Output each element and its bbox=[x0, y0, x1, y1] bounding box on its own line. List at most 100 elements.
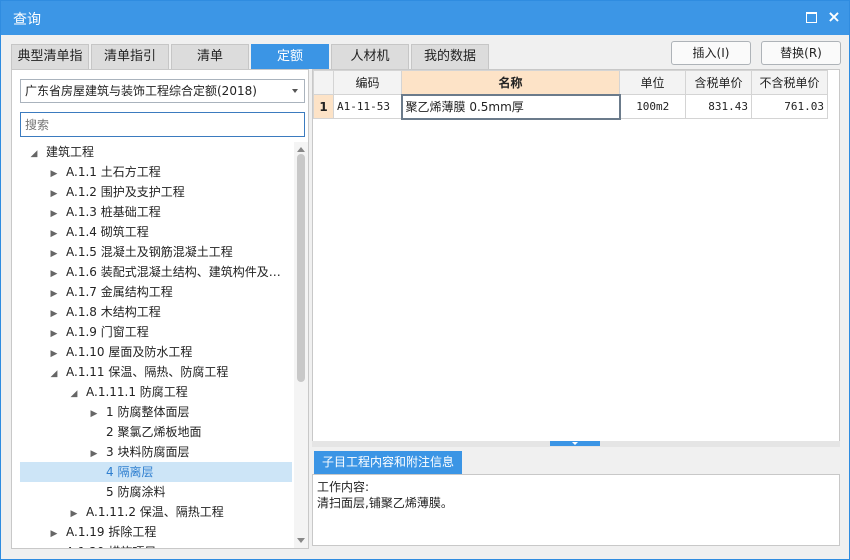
query-dialog: 查询 × 典型清单指引 清单指引 清单 定额 人材机 我的数据 插入(I) 替换… bbox=[0, 0, 850, 560]
tree-node-label: A.1.9 门窗工程 bbox=[66, 325, 149, 339]
collapsed-arrow-icon[interactable]: ▶ bbox=[48, 304, 60, 322]
collapsed-arrow-icon[interactable]: ▶ bbox=[48, 264, 60, 282]
search-input[interactable] bbox=[20, 112, 305, 137]
tree-node[interactable]: ▶ A.1.1 土石方工程 bbox=[20, 162, 292, 182]
collapsed-arrow-icon[interactable]: ▶ bbox=[88, 444, 100, 462]
replace-button[interactable]: 替换(R) bbox=[761, 41, 841, 65]
info-content: 工作内容: 清扫面层,铺聚乙烯薄膜。 bbox=[312, 474, 840, 546]
header-unit[interactable]: 单位 bbox=[619, 70, 686, 95]
cell-name[interactable]: 聚乙烯薄膜 0.5mm厚 bbox=[400, 93, 621, 120]
info-content-text: 清扫面层,铺聚乙烯薄膜。 bbox=[317, 496, 453, 510]
collapsed-arrow-icon[interactable]: ▶ bbox=[48, 244, 60, 262]
tree-node-label: A.1.20 措施项目 bbox=[66, 545, 156, 548]
header-name[interactable]: 名称 bbox=[401, 70, 620, 95]
tree-node-label: A.1.19 拆除工程 bbox=[66, 525, 157, 539]
tree-node[interactable]: ▶ A.1.2 围护及支护工程 bbox=[20, 182, 292, 202]
collapsed-arrow-icon[interactable]: ▶ bbox=[48, 284, 60, 302]
tree-scrollbar[interactable] bbox=[294, 142, 308, 548]
tree-node[interactable]: ▶ A.1.5 混凝土及钢筋混凝土工程 bbox=[20, 242, 292, 262]
tree-node-label: A.1.11 保温、隔热、防腐工程 bbox=[66, 365, 229, 379]
left-panel: 广东省房屋建筑与装饰工程综合定额(2018) ◢ 建筑工程 ▶ A.1.1 土石方工程… bbox=[11, 69, 309, 549]
tree-node[interactable]: 4 隔离层 bbox=[20, 462, 292, 482]
tree-node[interactable]: ▶ 3 块料防腐面层 bbox=[20, 442, 292, 462]
expanded-arrow-icon[interactable]: ◢ bbox=[28, 144, 40, 162]
tab-typical-bill-guide[interactable]: 典型清单指引 bbox=[11, 44, 89, 87]
tree-node-label: A.1.7 金属结构工程 bbox=[66, 285, 173, 299]
tab-bill[interactable]: 清单 bbox=[171, 44, 249, 69]
tree-node-label: 3 块料防腐面层 bbox=[106, 445, 190, 459]
scroll-down-icon[interactable] bbox=[297, 538, 305, 543]
collapsed-arrow-icon[interactable]: ▶ bbox=[48, 324, 60, 342]
table-row[interactable]: 1 A1-11-53 聚乙烯薄膜 0.5mm厚 100m2 831.43 761… bbox=[313, 93, 828, 120]
quota-library-select[interactable]: 广东省房屋建筑与装饰工程综合定额(2018) bbox=[20, 79, 305, 103]
tree-node[interactable]: ▶ A.1.8 木结构工程 bbox=[20, 302, 292, 322]
tree-node-label: 建筑工程 bbox=[46, 145, 95, 159]
tree-node[interactable]: ◢ 建筑工程 bbox=[20, 142, 292, 162]
tree-node-label: A.1.8 木结构工程 bbox=[66, 305, 161, 319]
tree-node[interactable]: ▶ A.1.19 拆除工程 bbox=[20, 522, 292, 542]
tab-labor-material-machine[interactable]: 人材机 bbox=[331, 44, 409, 69]
tab-quota[interactable]: 定额 bbox=[251, 44, 329, 69]
info-panel: 子目工程内容和附注信息 工作内容: 清扫面层,铺聚乙烯薄膜。 bbox=[312, 449, 840, 549]
tree-node-label: A.1.1 土石方工程 bbox=[66, 165, 161, 179]
collapsed-arrow-icon[interactable]: ▶ bbox=[48, 164, 60, 182]
tree-node-label: A.1.6 装配式混凝土结构、建筑构件及部品工程 bbox=[66, 265, 292, 279]
title-bar: 查询 × bbox=[1, 1, 849, 35]
collapsed-arrow-icon[interactable]: ▶ bbox=[48, 544, 60, 548]
tree-node[interactable]: ▶ A.1.4 砌筑工程 bbox=[20, 222, 292, 242]
collapsed-arrow-icon[interactable]: ▶ bbox=[88, 404, 100, 422]
tree-node-label: 2 聚氯乙烯板地面 bbox=[106, 425, 202, 439]
close-icon[interactable]: × bbox=[827, 9, 841, 25]
table-header-row: 编码 名称 单位 含税单价 不含税单价 bbox=[313, 70, 828, 95]
tree-node[interactable]: ▶ A.1.10 屋面及防水工程 bbox=[20, 342, 292, 362]
tree-node-label: A.1.11.2 保温、隔热工程 bbox=[86, 505, 224, 519]
quota-library-value: 广东省房屋建筑与装饰工程综合定额(2018) bbox=[25, 84, 257, 98]
insert-button[interactable]: 插入(I) bbox=[671, 41, 751, 65]
results-panel: 编码 名称 单位 含税单价 不含税单价 1 A1-11-53 聚乙烯薄膜 0.5… bbox=[312, 69, 840, 447]
tab-item-content-notes[interactable]: 子目工程内容和附注信息 bbox=[314, 451, 462, 474]
tree-node-label: A.1.4 砌筑工程 bbox=[66, 225, 149, 239]
tree-node-label: 1 防腐整体面层 bbox=[106, 405, 190, 419]
category-tree: ◢ 建筑工程 ▶ A.1.1 土石方工程 ▶ A.1.2 围护及支护工程 ▶ A.1.3 桩基… bbox=[12, 142, 294, 548]
collapsed-arrow-icon[interactable]: ▶ bbox=[48, 184, 60, 202]
collapsed-arrow-icon[interactable]: ▶ bbox=[48, 204, 60, 222]
tab-my-data[interactable]: 我的数据 bbox=[411, 44, 489, 69]
cell-code[interactable]: A1-11-53 bbox=[333, 94, 402, 119]
header-notax-price[interactable]: 不含税单价 bbox=[751, 70, 828, 95]
header-code[interactable]: 编码 bbox=[333, 70, 402, 95]
header-tax-price[interactable]: 含税单价 bbox=[685, 70, 752, 95]
scrollbar-thumb[interactable] bbox=[297, 154, 305, 382]
expanded-arrow-icon[interactable]: ◢ bbox=[48, 364, 60, 382]
tree-node-label: A.1.11.1 防腐工程 bbox=[86, 385, 188, 399]
collapsed-arrow-icon[interactable]: ▶ bbox=[48, 224, 60, 242]
maximize-icon[interactable] bbox=[804, 10, 818, 24]
tree-node[interactable]: ▶ A.1.9 门窗工程 bbox=[20, 322, 292, 342]
row-number: 1 bbox=[313, 94, 334, 119]
tree-node[interactable]: ◢ A.1.11 保温、隔热、防腐工程 bbox=[20, 362, 292, 382]
tree-node[interactable]: ▶ A.1.7 金属结构工程 bbox=[20, 282, 292, 302]
collapsed-arrow-icon[interactable]: ▶ bbox=[48, 524, 60, 542]
scroll-up-icon[interactable] bbox=[297, 147, 305, 152]
tree-node[interactable]: ▶ A.1.20 措施项目 bbox=[20, 542, 292, 548]
tree-node[interactable]: 5 防腐涂料 bbox=[20, 482, 292, 502]
panel-splitter[interactable] bbox=[312, 441, 840, 447]
window-title: 查询 bbox=[13, 12, 41, 28]
tree-node[interactable]: ▶ A.1.6 装配式混凝土结构、建筑构件及部品工程 bbox=[20, 262, 292, 282]
tree-node-label: A.1.5 混凝土及钢筋混凝土工程 bbox=[66, 245, 233, 259]
tree-node[interactable]: ▶ 1 防腐整体面层 bbox=[20, 402, 292, 422]
expanded-arrow-icon[interactable]: ◢ bbox=[68, 384, 80, 402]
cell-notax-price[interactable]: 761.03 bbox=[751, 94, 828, 119]
tree-node[interactable]: 2 聚氯乙烯板地面 bbox=[20, 422, 292, 442]
tree-node[interactable]: ▶ A.1.11.2 保温、隔热工程 bbox=[20, 502, 292, 522]
tree-node-label: A.1.10 屋面及防水工程 bbox=[66, 345, 193, 359]
chevron-down-icon bbox=[292, 89, 298, 93]
results-table: 编码 名称 单位 含税单价 不含税单价 1 A1-11-53 聚乙烯薄膜 0.5… bbox=[313, 70, 828, 120]
tree-node[interactable]: ▶ A.1.3 桩基础工程 bbox=[20, 202, 292, 222]
cell-unit[interactable]: 100m2 bbox=[619, 94, 686, 119]
cell-tax-price[interactable]: 831.43 bbox=[685, 94, 752, 119]
collapsed-arrow-icon[interactable]: ▶ bbox=[48, 344, 60, 362]
tree-node[interactable]: ◢ A.1.11.1 防腐工程 bbox=[20, 382, 292, 402]
tab-bill-guide[interactable]: 清单指引 bbox=[91, 44, 169, 69]
collapse-toggle-icon[interactable] bbox=[550, 441, 600, 446]
collapsed-arrow-icon[interactable]: ▶ bbox=[68, 504, 80, 522]
